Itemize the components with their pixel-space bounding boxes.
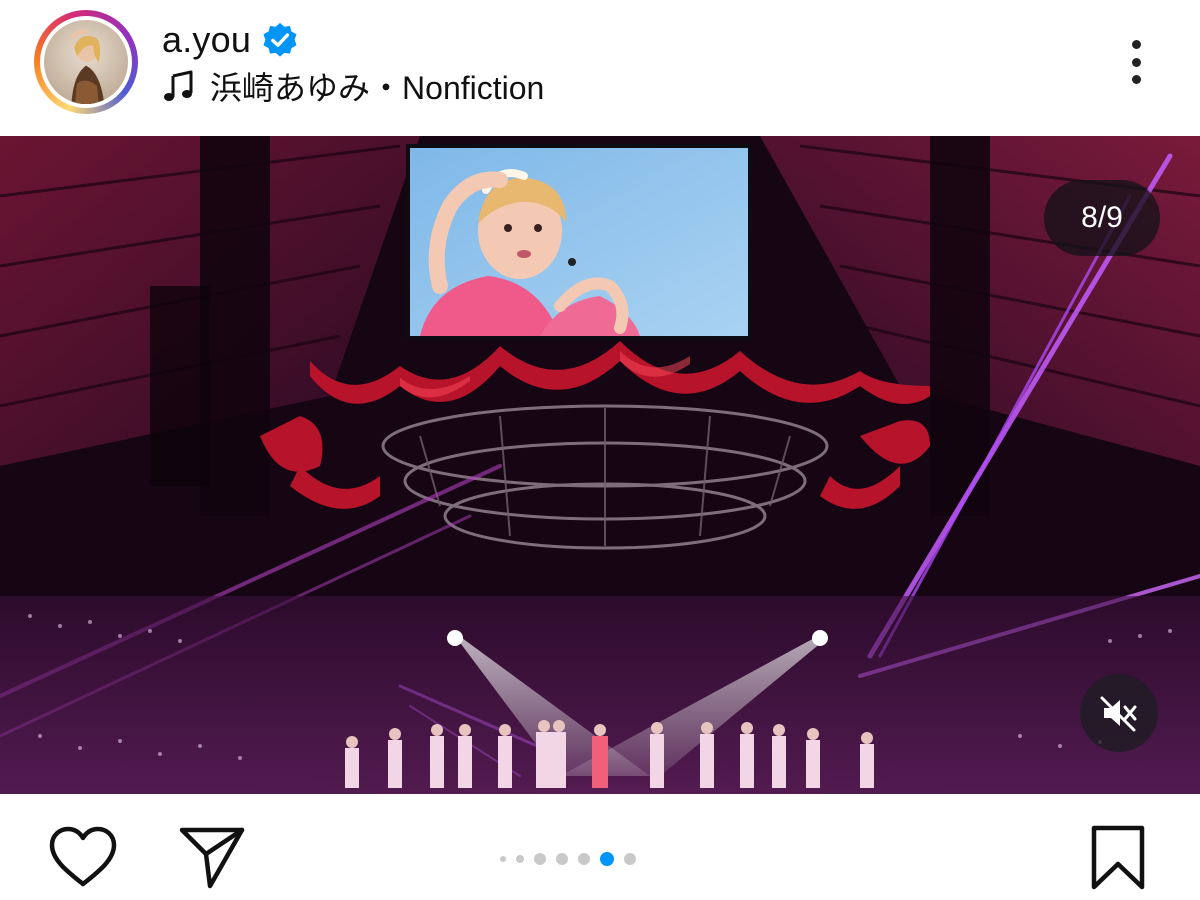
carousel-dot xyxy=(578,853,590,865)
carousel-dot xyxy=(556,853,568,865)
carousel-indicator xyxy=(500,852,636,866)
username-row: a.you xyxy=(162,18,299,62)
audio-attribution[interactable]: 浜崎あゆみ・Nonfiction xyxy=(162,64,544,108)
carousel-dot-active xyxy=(600,852,614,866)
post-actions xyxy=(0,794,1200,900)
carousel-dot xyxy=(534,853,546,865)
artist-name: 浜崎あゆみ xyxy=(210,70,371,106)
username[interactable]: a.you xyxy=(162,19,251,61)
avatar[interactable] xyxy=(40,16,132,108)
speaker-muted-icon xyxy=(1100,696,1137,732)
heart-icon[interactable] xyxy=(48,826,118,888)
menu-dot xyxy=(1131,75,1141,84)
more-vertical-icon[interactable] xyxy=(1118,36,1154,88)
carousel-dot xyxy=(516,855,524,863)
menu-dot xyxy=(1131,57,1141,67)
track-name: Nonfiction xyxy=(402,70,545,106)
audio-separator: ・ xyxy=(370,70,403,106)
post-header: a.you 浜崎あゆみ・Nonfiction xyxy=(0,0,1200,136)
post-media[interactable]: 8/9 xyxy=(0,136,1200,794)
music-note-icon xyxy=(164,70,193,101)
carousel-dot xyxy=(624,853,636,865)
carousel-dot xyxy=(500,856,506,862)
mute-toggle[interactable] xyxy=(1080,674,1158,752)
menu-dot xyxy=(1131,40,1141,49)
avatar-image xyxy=(44,20,128,104)
concert-photo xyxy=(0,136,1200,794)
audio-label: 浜崎あゆみ・Nonfiction xyxy=(210,63,544,109)
bookmark-icon[interactable] xyxy=(1088,824,1148,892)
send-icon[interactable] xyxy=(178,824,246,890)
story-ring[interactable] xyxy=(34,10,138,114)
verified-badge-icon xyxy=(263,22,297,57)
carousel-counter: 8/9 xyxy=(1044,180,1160,256)
